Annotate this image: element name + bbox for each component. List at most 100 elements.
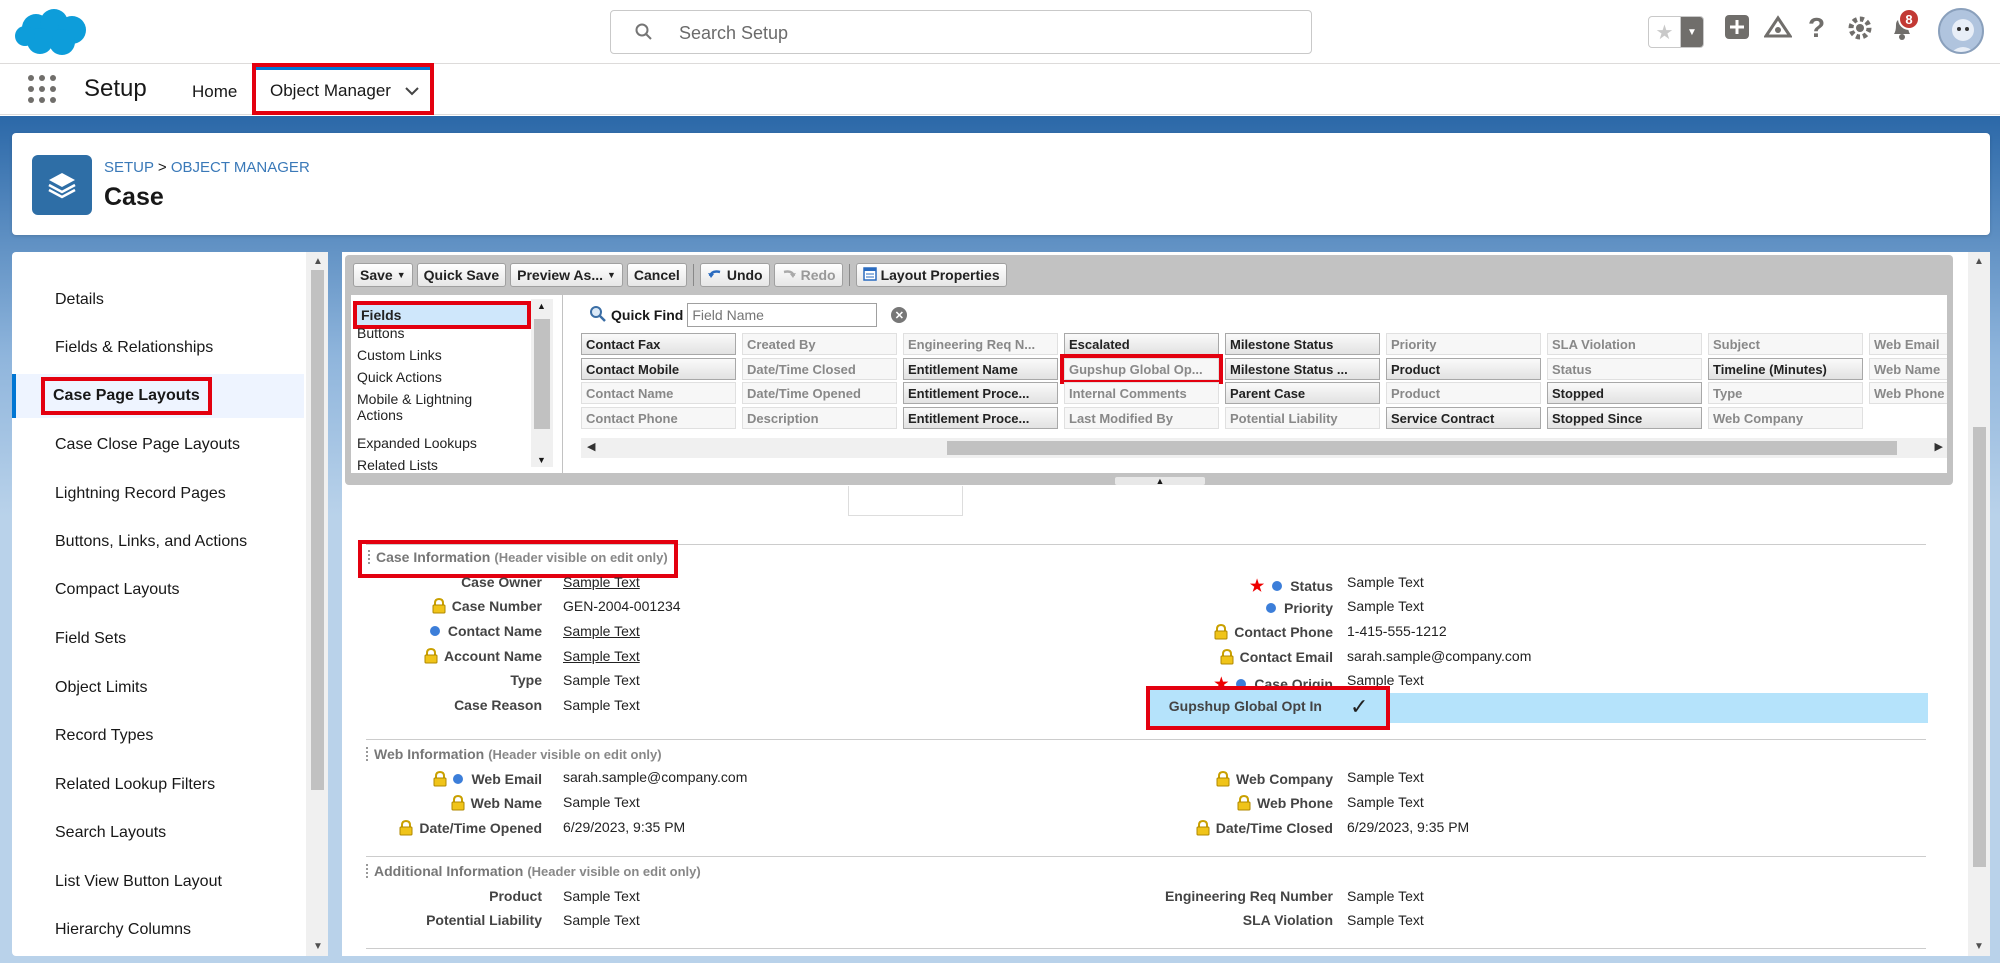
sidebar-item-related-lookup-filters[interactable]: Related Lookup Filters <box>12 763 304 807</box>
field-label-web-email[interactable]: Web Email <box>433 770 542 790</box>
preview-as-button[interactable]: Preview As... ▼ <box>510 263 623 287</box>
scrollbar-thumb[interactable] <box>1973 427 1986 867</box>
palette-category-buttons[interactable]: Buttons <box>357 325 404 341</box>
sidebar-item-details[interactable]: Details <box>12 278 304 322</box>
palette-category-custom-links[interactable]: Custom Links <box>357 347 442 363</box>
chevron-down-icon[interactable] <box>404 83 420 104</box>
breadcrumb-setup-link[interactable]: SETUP <box>104 159 154 176</box>
palette-field[interactable]: Contact Mobile <box>581 357 736 380</box>
palette-horizontal-scrollbar[interactable]: ◀ ▶ <box>581 438 1947 458</box>
scroll-down-icon[interactable]: ▼ <box>1974 941 1984 952</box>
app-launcher-icon[interactable] <box>28 75 56 103</box>
sidebar-item-object-limits[interactable]: Object Limits <box>12 666 304 710</box>
palette-field[interactable]: Milestone Status ... <box>1225 357 1380 380</box>
scroll-down-icon[interactable]: ▼ <box>313 941 323 952</box>
sidebar-item-hierarchy-columns[interactable]: Hierarchy Columns <box>12 908 304 952</box>
quick-find-input[interactable] <box>687 303 878 327</box>
favorites-dropdown-icon[interactable]: ▼ <box>1681 17 1703 47</box>
save-button[interactable]: Save ▼ <box>353 263 413 287</box>
palette-field[interactable]: Contact Fax <box>581 333 736 355</box>
category-scrollbar[interactable]: ▲ ▼ <box>531 299 553 467</box>
scroll-up-icon[interactable]: ▲ <box>313 256 323 267</box>
palette-field[interactable]: Escalated <box>1064 333 1219 355</box>
palette-category-quick-actions[interactable]: Quick Actions <box>357 369 442 385</box>
scroll-left-icon[interactable]: ◀ <box>587 440 595 453</box>
field-label-potential-liability[interactable]: Potential Liability <box>426 912 542 928</box>
palette-field[interactable]: Priority <box>1386 333 1541 355</box>
palette-field[interactable]: Contact Phone <box>581 406 736 429</box>
palette-field[interactable]: Entitlement Proce... <box>903 406 1058 429</box>
palette-field[interactable]: Last Modified By <box>1064 406 1219 429</box>
palette-field[interactable]: Potential Liability <box>1225 406 1380 429</box>
palette-field[interactable]: Engineering Req N... <box>903 333 1058 355</box>
field-label-case-owner[interactable]: Case Owner <box>461 574 542 590</box>
favorites-button[interactable]: ★ ▼ <box>1648 16 1704 48</box>
scroll-down-icon[interactable]: ▼ <box>537 455 546 465</box>
scrollbar-thumb[interactable] <box>534 319 550 429</box>
field-label-product[interactable]: Product <box>489 888 542 904</box>
trailhead-icon[interactable] <box>1763 14 1793 45</box>
field-label-sla-violation[interactable]: SLA Violation <box>1243 912 1333 928</box>
palette-field[interactable]: Milestone Status <box>1225 333 1380 355</box>
palette-category-expanded-lookups[interactable]: Expanded Lookups <box>357 435 477 451</box>
cancel-button[interactable]: Cancel <box>626 263 687 287</box>
field-label-web-company[interactable]: Web Company <box>1216 770 1333 790</box>
palette-field[interactable]: Internal Comments <box>1064 382 1219 404</box>
section-additional-information[interactable]: Additional Information (Header visible on… <box>366 863 701 879</box>
sidebar-item-case-close-page-layouts[interactable]: Case Close Page Layouts <box>12 423 304 467</box>
palette-field[interactable]: Web Company <box>1708 406 1863 429</box>
sidebar-item-search-layouts[interactable]: Search Layouts <box>12 811 304 855</box>
palette-field[interactable]: Entitlement Proce... <box>903 382 1058 404</box>
sidebar-item-case-page-layouts[interactable]: Case Page Layouts <box>12 374 304 418</box>
field-label-contact-name[interactable]: Contact Name <box>429 623 542 639</box>
field-label-status[interactable]: ★ Status <box>1250 576 1333 596</box>
gear-icon[interactable] <box>1846 14 1874 47</box>
breadcrumb-object-manager-link[interactable]: OBJECT MANAGER <box>171 159 310 176</box>
palette-field[interactable]: Type <box>1708 382 1863 404</box>
drag-grip-icon[interactable] <box>366 864 370 878</box>
palette-field[interactable]: Contact Name <box>581 382 736 404</box>
help-icon[interactable]: ? <box>1808 12 1825 44</box>
palette-field[interactable]: Date/Time Opened <box>742 382 897 404</box>
section-case-information[interactable]: Case Information (Header visible on edit … <box>358 540 678 578</box>
palette-field[interactable]: Web Name <box>1869 357 1947 380</box>
palette-category-related-lists[interactable]: Related Lists <box>357 457 438 471</box>
field-label-web-phone[interactable]: Web Phone <box>1237 794 1333 814</box>
palette-field[interactable]: Subject <box>1708 333 1863 355</box>
field-label-priority[interactable]: Priority <box>1265 600 1333 616</box>
palette-field[interactable]: Service Contract <box>1386 406 1541 429</box>
sidebar-item-fields-relationships[interactable]: Fields & Relationships <box>12 326 304 370</box>
palette-field[interactable]: Web Email <box>1869 333 1947 355</box>
section-web-information[interactable]: Web Information (Header visible on edit o… <box>366 746 662 762</box>
field-label-case-origin[interactable]: ★ Case Origin <box>1214 674 1333 688</box>
field-label-contact-email[interactable]: Contact Email <box>1220 648 1333 668</box>
scrollbar-thumb[interactable] <box>947 441 1897 455</box>
palette-field[interactable]: Product <box>1386 357 1541 380</box>
palette-field[interactable]: Stopped <box>1547 382 1702 404</box>
sidebar-item-compact-layouts[interactable]: Compact Layouts <box>12 568 304 612</box>
global-actions-icon[interactable] <box>1724 14 1750 45</box>
sidebar-item-lightning-record-pages[interactable]: Lightning Record Pages <box>12 472 304 516</box>
field-label-contact-phone[interactable]: Contact Phone <box>1214 623 1333 643</box>
scrollbar-thumb[interactable] <box>311 270 324 790</box>
palette-field[interactable]: Date/Time Closed <box>742 357 897 380</box>
salesforce-logo[interactable] <box>14 8 92 63</box>
sidebar-item-field-sets[interactable]: Field Sets <box>12 617 304 661</box>
field-label-web-name[interactable]: Web Name <box>451 794 542 814</box>
palette-field[interactable]: Entitlement Name <box>903 357 1058 380</box>
palette-field[interactable]: Gupshup Global Op... <box>1060 353 1223 384</box>
search-input[interactable]: Search Setup <box>610 10 1312 54</box>
undo-button[interactable]: Undo <box>699 263 770 287</box>
sidebar-item-record-types[interactable]: Record Types <box>12 714 304 758</box>
palette-field[interactable]: SLA Violation <box>1547 333 1702 355</box>
scroll-up-icon[interactable]: ▲ <box>537 301 546 311</box>
drag-grip-icon[interactable] <box>366 747 370 761</box>
field-label-date-time-opened[interactable]: Date/Time Opened <box>399 819 542 839</box>
field-label-date-time-closed[interactable]: Date/Time Closed <box>1196 819 1333 839</box>
palette-resize-handle[interactable]: ▲ <box>1115 477 1205 486</box>
palette-field[interactable]: Web Phone <box>1869 382 1947 404</box>
sidebar-scrollbar[interactable]: ▲ ▼ <box>306 252 328 956</box>
palette-field[interactable]: Status <box>1547 357 1702 380</box>
field-label-case-number[interactable]: Case Number <box>432 597 542 617</box>
field-label-case-reason[interactable]: Case Reason <box>454 697 542 713</box>
